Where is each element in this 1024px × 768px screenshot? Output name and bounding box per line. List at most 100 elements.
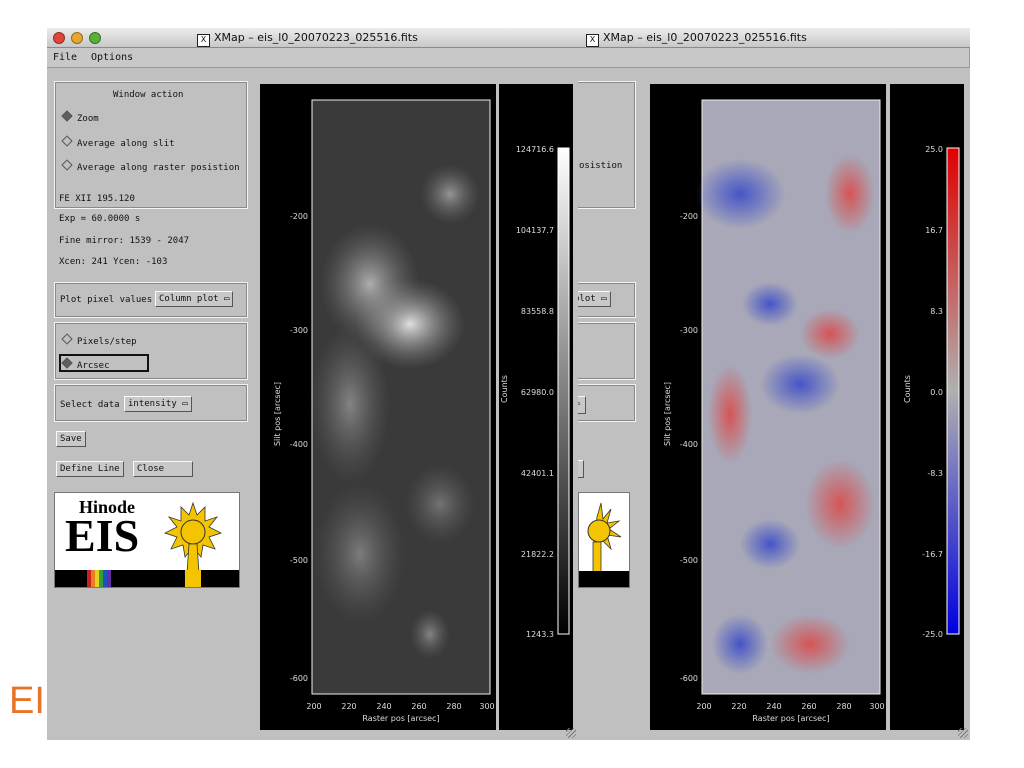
x-tick-label: 220 (341, 702, 356, 711)
colorbar-tick: 42401.1 (521, 469, 554, 478)
x11-icon: X (197, 34, 210, 47)
colorbar-gradient (557, 147, 570, 635)
colorbar-tick: 104137.7 (516, 226, 554, 235)
radio-selected-icon (61, 110, 73, 122)
x-tick-label: 200 (306, 702, 321, 711)
save-button[interactable]: Save (56, 431, 86, 447)
y-tick-label: -300 (290, 326, 308, 335)
window-1-titlebar[interactable]: X XMap – eis_l0_20070223_025516.fits (47, 28, 578, 48)
intensity-colorbar-panel: 124716.6 104137.7 83558.8 62980.0 42401.… (499, 84, 573, 730)
exposure-text: Exp = 60.0000 s (59, 214, 141, 224)
dropdown-icon: ▭ (224, 294, 230, 304)
y-tick-label: -200 (290, 212, 308, 221)
average-slit-radio[interactable]: Average along slit (61, 135, 175, 149)
dropdown-icon: ▭ (182, 399, 188, 409)
arcsec-radio-label: Arcsec (61, 357, 110, 371)
menu-options[interactable]: Options (91, 52, 133, 63)
intensity-image-panel[interactable]: -200 -300 -400 -500 -600 Slit pos [arcse… (260, 84, 496, 730)
colorbar-tick: -8.3 (927, 469, 943, 478)
intensity-x-ticks: 200 220 240 260 280 300 (306, 702, 494, 711)
sun-icon (579, 502, 629, 587)
window-2-image-panel[interactable]: -200 -300 -400 -500 -600 Slit pos [arcse… (650, 84, 886, 730)
colorbar-tick: 8.3 (930, 307, 943, 316)
y-tick-label: -300 (680, 326, 698, 335)
window-action-heading: Window action (113, 90, 184, 100)
window-2-logo (578, 492, 630, 588)
y-tick-label: -600 (290, 674, 308, 683)
close-window-icon[interactable] (53, 32, 65, 44)
select-data-label: Select data (60, 400, 120, 410)
y-tick-label: -500 (680, 556, 698, 565)
x-tick-label: 200 (696, 702, 711, 711)
overlay-text: EI (9, 680, 45, 722)
window-2-colorbar-panel: 25.0 16.7 8.3 0.0 -8.3 -16.7 -25.0 Count… (890, 84, 964, 730)
xmap-window-2: X XMap – eis_l0_20070223_025516.fits osis… (568, 28, 970, 740)
radio-icon (61, 333, 73, 345)
window-2-image-svg: -200 -300 -400 -500 -600 Slit pos [arcse… (663, 99, 885, 723)
colorbar-label: Counts (903, 375, 912, 403)
line-id-text: FE XII 195.120 (59, 194, 135, 204)
window-2-titlebar[interactable]: X XMap – eis_l0_20070223_025516.fits (578, 28, 970, 48)
y-tick-label: -400 (290, 440, 308, 449)
x-tick-label: 300 (869, 702, 884, 711)
window-1-title: XMap – eis_l0_20070223_025516.fits (214, 31, 418, 44)
intensity-y-ticks: -200 -300 -400 -500 -600 (290, 212, 308, 683)
x-tick-label: 300 (479, 702, 494, 711)
radio-selected-icon (61, 357, 73, 369)
intensity-y-axis-label: Slit pos [arcsec] (273, 382, 282, 446)
x-tick-label: 240 (766, 702, 781, 711)
intensity-image-svg: -200 -300 -400 -500 -600 Slit pos [arcse… (273, 99, 495, 723)
x-tick-label: 260 (801, 702, 816, 711)
radio-icon (61, 135, 73, 147)
colorbar-tick: -25.0 (922, 630, 943, 639)
window-2-y-ticks: -200 -300 -400 -500 -600 (680, 212, 698, 683)
y-tick-label: -500 (290, 556, 308, 565)
colorbar-tick: 62980.0 (521, 388, 554, 397)
define-line-button[interactable]: Define Line (56, 461, 124, 477)
colorbar-tick: 83558.8 (521, 307, 554, 316)
zoom-radio[interactable]: Zoom (61, 110, 99, 124)
center-coords-text: Xcen: 241 Ycen: -103 (59, 257, 168, 267)
window-2-action-group (568, 81, 636, 209)
colorbar-tick: 16.7 (925, 226, 943, 235)
colorbar-tick: 1243.3 (526, 630, 554, 639)
x-tick-label: 220 (731, 702, 746, 711)
window-2-action-label-fragment: osistion (579, 161, 623, 171)
intensity-x-axis-label: Raster pos [arcsec] (362, 714, 439, 723)
window-2-x-axis-label: Raster pos [arcsec] (752, 714, 829, 723)
colorbar-tick: 21822.2 (521, 550, 554, 559)
xmap-window-1: X XMap – eis_l0_20070223_025516.fits File… (47, 28, 578, 740)
menu-file[interactable]: File (53, 52, 77, 63)
zoom-window-icon[interactable] (89, 32, 101, 44)
close-button[interactable]: Close (133, 461, 193, 477)
window-2-x-ticks: 200 220 240 260 280 300 (696, 702, 884, 711)
average-raster-radio[interactable]: Average along raster posistion (61, 159, 240, 173)
resize-grip[interactable] (958, 728, 968, 738)
colorbar-label: Counts (500, 375, 509, 403)
fine-mirror-text: Fine mirror: 1539 - 2047 (59, 236, 190, 246)
x-tick-label: 240 (376, 702, 391, 711)
pixels-step-radio[interactable]: Pixels/step (61, 333, 137, 347)
minimize-window-icon[interactable] (71, 32, 83, 44)
colorbar-tick: 25.0 (925, 145, 943, 154)
colorbar-tick: -16.7 (922, 550, 943, 559)
colorbar-gradient (946, 147, 960, 635)
window-2-title: XMap – eis_l0_20070223_025516.fits (603, 31, 807, 44)
colorbar-tick: 0.0 (930, 388, 943, 397)
window-2-y-axis-label: Slit pos [arcsec] (663, 382, 672, 446)
plot-pixel-label: Plot pixel values (60, 295, 153, 305)
window-2-menubar (578, 48, 970, 68)
radio-icon (61, 159, 73, 171)
resize-grip[interactable] (566, 728, 576, 738)
x-tick-label: 260 (411, 702, 426, 711)
x-tick-label: 280 (446, 702, 461, 711)
sun-icon (55, 501, 239, 587)
x11-icon: X (586, 34, 599, 47)
window-2-units-group (568, 322, 636, 380)
select-data-dropdown[interactable]: intensity ▭ (124, 396, 192, 412)
y-tick-label: -600 (680, 674, 698, 683)
y-tick-label: -200 (680, 212, 698, 221)
window-1-menubar: File Options (47, 48, 578, 68)
y-tick-label: -400 (680, 440, 698, 449)
plot-pixel-select[interactable]: Column plot ▭ (155, 291, 234, 307)
